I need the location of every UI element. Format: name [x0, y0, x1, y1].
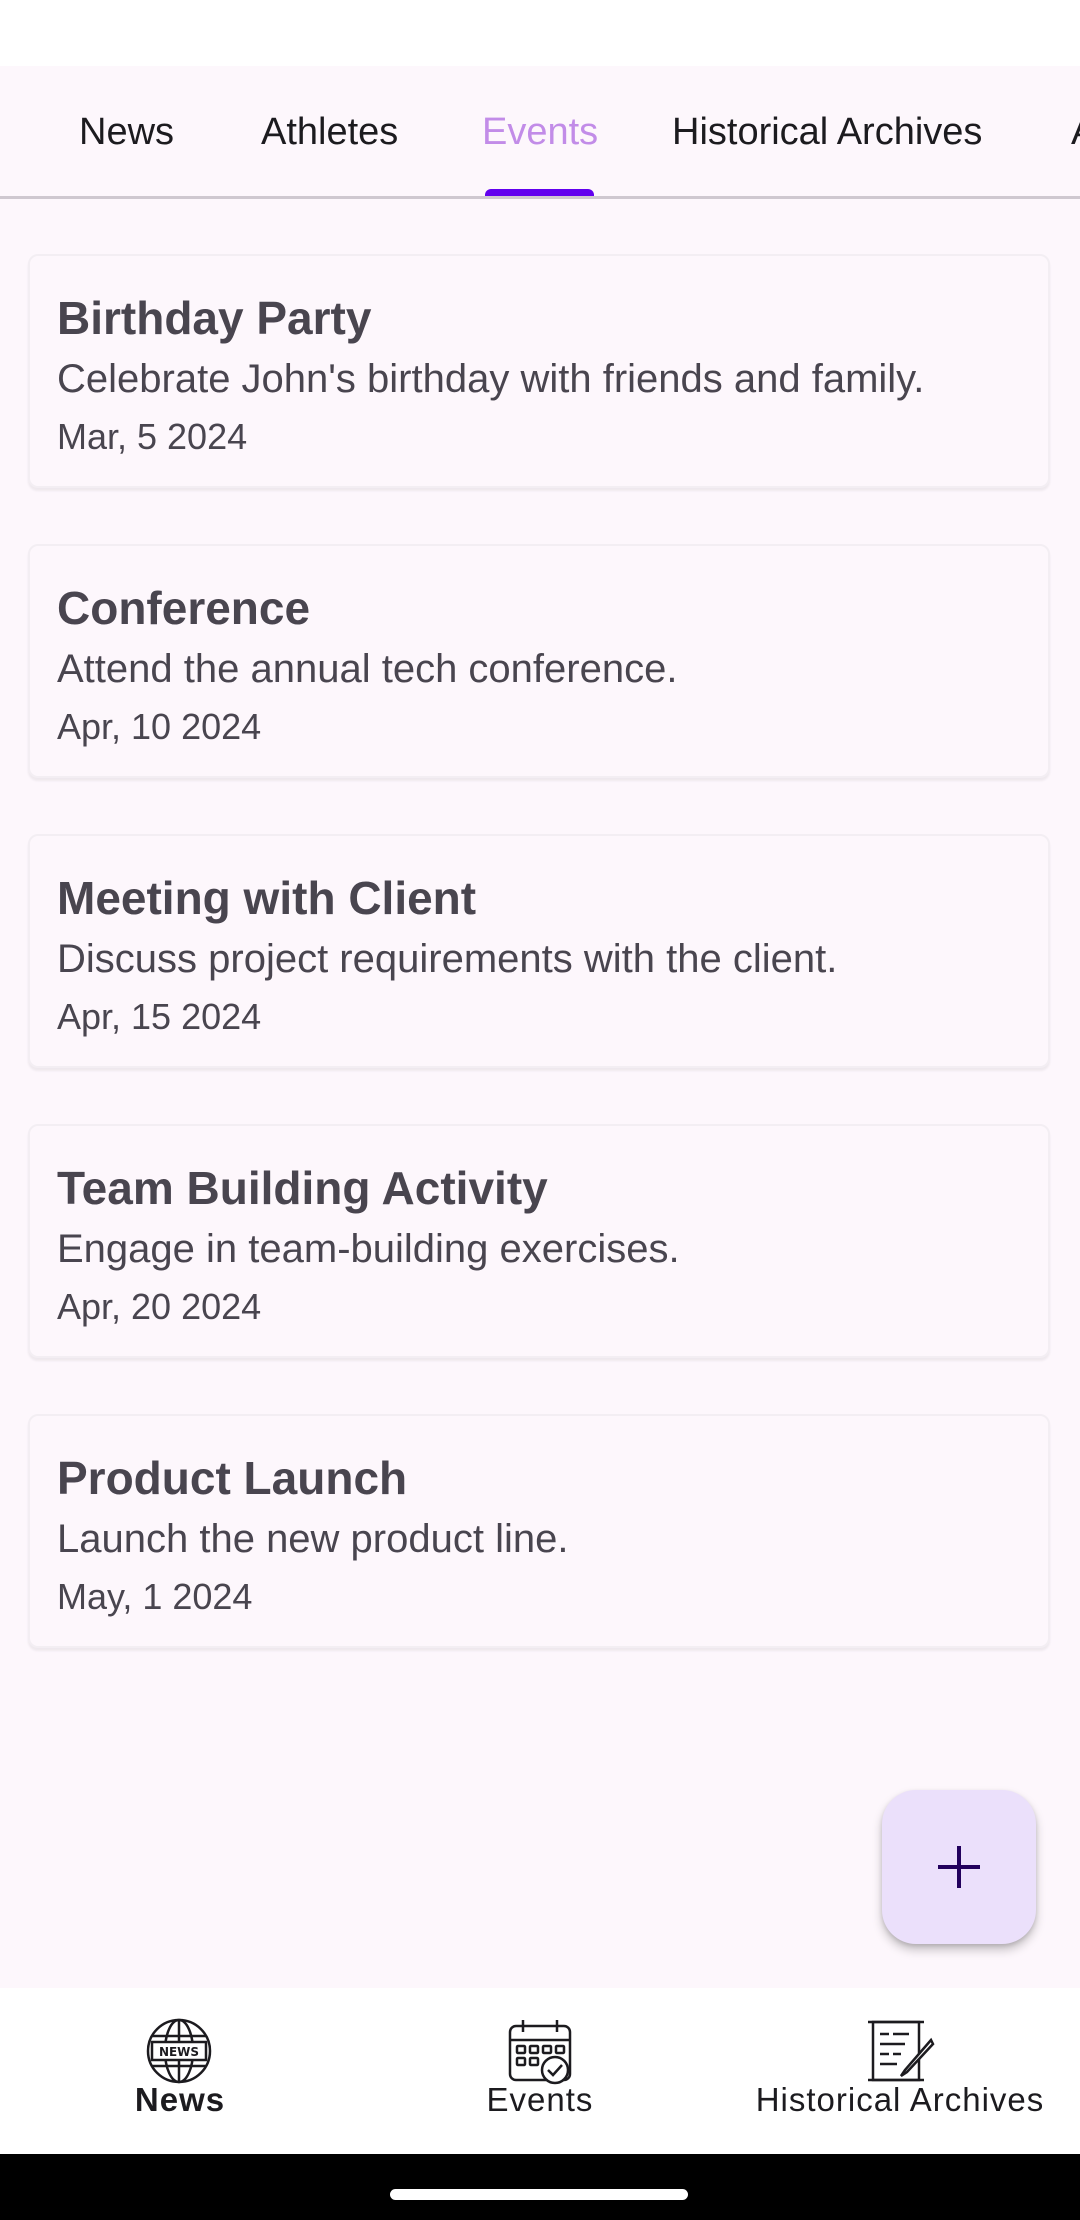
- event-title: Product Launch: [57, 1452, 408, 1504]
- home-gesture-handle[interactable]: [390, 2189, 688, 2200]
- calendar-check-icon: [508, 2020, 572, 2085]
- tab-news[interactable]: News: [79, 110, 174, 154]
- event-date: Apr, 20 2024: [57, 1286, 262, 1327]
- active-tab-indicator: [485, 189, 594, 196]
- event-card-birthday-party[interactable]: Birthday Party Celebrate John's birthday…: [28, 254, 1050, 488]
- event-date: Apr, 10 2024: [57, 706, 262, 747]
- event-title: Meeting with Client: [57, 872, 477, 924]
- event-date: May, 1 2024: [57, 1576, 253, 1617]
- tab-historical-archives[interactable]: Historical Archives: [672, 110, 982, 154]
- event-card-team-building[interactable]: Team Building Activity Engage in team-bu…: [28, 1124, 1050, 1358]
- event-title: Conference: [57, 582, 311, 634]
- nav-label-historical-archives: Historical Archives: [755, 2081, 1045, 2118]
- status-bar: [0, 0, 1080, 66]
- event-card-product-launch[interactable]: Product Launch Launch the new product li…: [28, 1414, 1050, 1648]
- nav-item-news[interactable]: NEWS News: [0, 1988, 360, 2154]
- news-globe-icon: NEWS: [146, 2018, 212, 2084]
- nav-label-events: Events: [486, 2081, 594, 2118]
- add-event-button[interactable]: [882, 1790, 1036, 1944]
- event-card-conference[interactable]: Conference Attend the annual tech confer…: [28, 544, 1050, 778]
- event-title: Birthday Party: [57, 292, 372, 344]
- nav-label-news: News: [134, 2081, 226, 2118]
- nav-item-historical-archives[interactable]: Historical Archives: [720, 1988, 1080, 2154]
- system-navigation-bar: [0, 2154, 1080, 2220]
- event-description: Attend the annual tech conference.: [57, 647, 678, 691]
- tab-events[interactable]: Events: [482, 110, 598, 154]
- tab-overflow[interactable]: A: [1071, 110, 1080, 154]
- event-date: Apr, 15 2024: [57, 996, 262, 1037]
- svg-text:NEWS: NEWS: [159, 2045, 199, 2059]
- event-description: Celebrate John's birthday with friends a…: [57, 357, 925, 401]
- event-description: Launch the new product line.: [57, 1517, 569, 1561]
- scroll-quill-icon: [868, 2020, 935, 2082]
- event-title: Team Building Activity: [57, 1162, 548, 1214]
- event-card-meeting-with-client[interactable]: Meeting with Client Discuss project requ…: [28, 834, 1050, 1068]
- top-tab-bar: News Athletes Events Historical Archives…: [0, 66, 1080, 199]
- event-description: Discuss project requirements with the cl…: [57, 937, 838, 981]
- bottom-navigation: NEWS News Events Historical Archives: [0, 1988, 1080, 2154]
- tab-athletes[interactable]: Athletes: [261, 110, 398, 154]
- nav-item-events[interactable]: Events: [360, 1988, 720, 2154]
- event-description: Engage in team-building exercises.: [57, 1227, 680, 1271]
- event-date: Mar, 5 2024: [57, 416, 248, 457]
